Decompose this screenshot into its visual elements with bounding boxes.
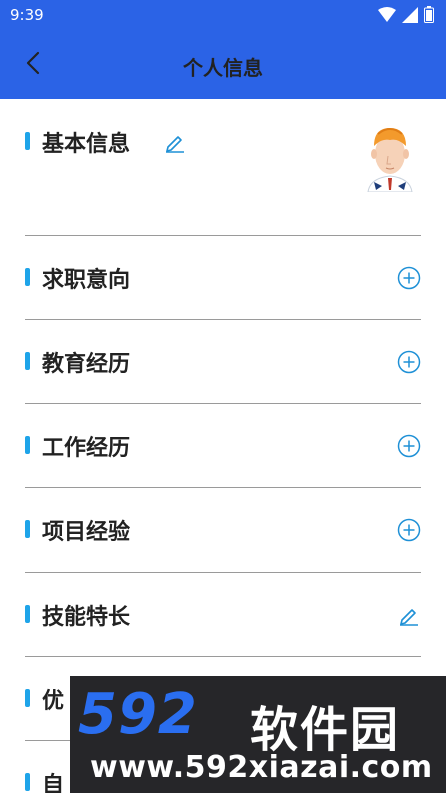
section-accent-bar bbox=[25, 689, 30, 707]
section-label: 技能特长 bbox=[42, 605, 131, 630]
section-skills[interactable]: 技能特长 bbox=[0, 573, 446, 657]
watermark-url: www.592xiazai.com bbox=[90, 750, 433, 785]
section-job-intention[interactable]: 求职意向 bbox=[0, 236, 446, 320]
pencil-icon[interactable] bbox=[163, 130, 187, 154]
section-label: 优 bbox=[42, 689, 65, 714]
section-accent-bar bbox=[25, 132, 30, 150]
section-label: 求职意向 bbox=[42, 268, 131, 293]
watermark: 592 软件园 www.592xiazai.com bbox=[70, 676, 446, 793]
plus-circle-icon[interactable] bbox=[396, 349, 422, 375]
section-label: 项目经验 bbox=[42, 520, 131, 545]
watermark-logo: 592 bbox=[78, 682, 198, 747]
pencil-icon[interactable] bbox=[396, 602, 422, 628]
section-basic-info[interactable]: 基本信息 bbox=[0, 0, 446, 235]
section-project-experience[interactable]: 项目经验 bbox=[0, 488, 446, 572]
section-label: 工作经历 bbox=[42, 436, 131, 461]
section-label: 自 bbox=[42, 773, 65, 793]
section-accent-bar bbox=[25, 605, 30, 623]
plus-circle-icon[interactable] bbox=[396, 265, 422, 291]
section-label: 教育经历 bbox=[42, 352, 131, 377]
plus-circle-icon[interactable] bbox=[396, 433, 422, 459]
section-accent-bar bbox=[25, 268, 30, 286]
plus-circle-icon[interactable] bbox=[396, 517, 422, 543]
section-accent-bar bbox=[25, 352, 30, 370]
section-accent-bar bbox=[25, 520, 30, 538]
section-accent-bar bbox=[25, 436, 30, 454]
section-accent-bar bbox=[25, 773, 30, 791]
section-work-experience[interactable]: 工作经历 bbox=[0, 404, 446, 488]
section-label: 基本信息 bbox=[42, 132, 131, 157]
section-education[interactable]: 教育经历 bbox=[0, 320, 446, 404]
avatar[interactable] bbox=[360, 120, 420, 193]
